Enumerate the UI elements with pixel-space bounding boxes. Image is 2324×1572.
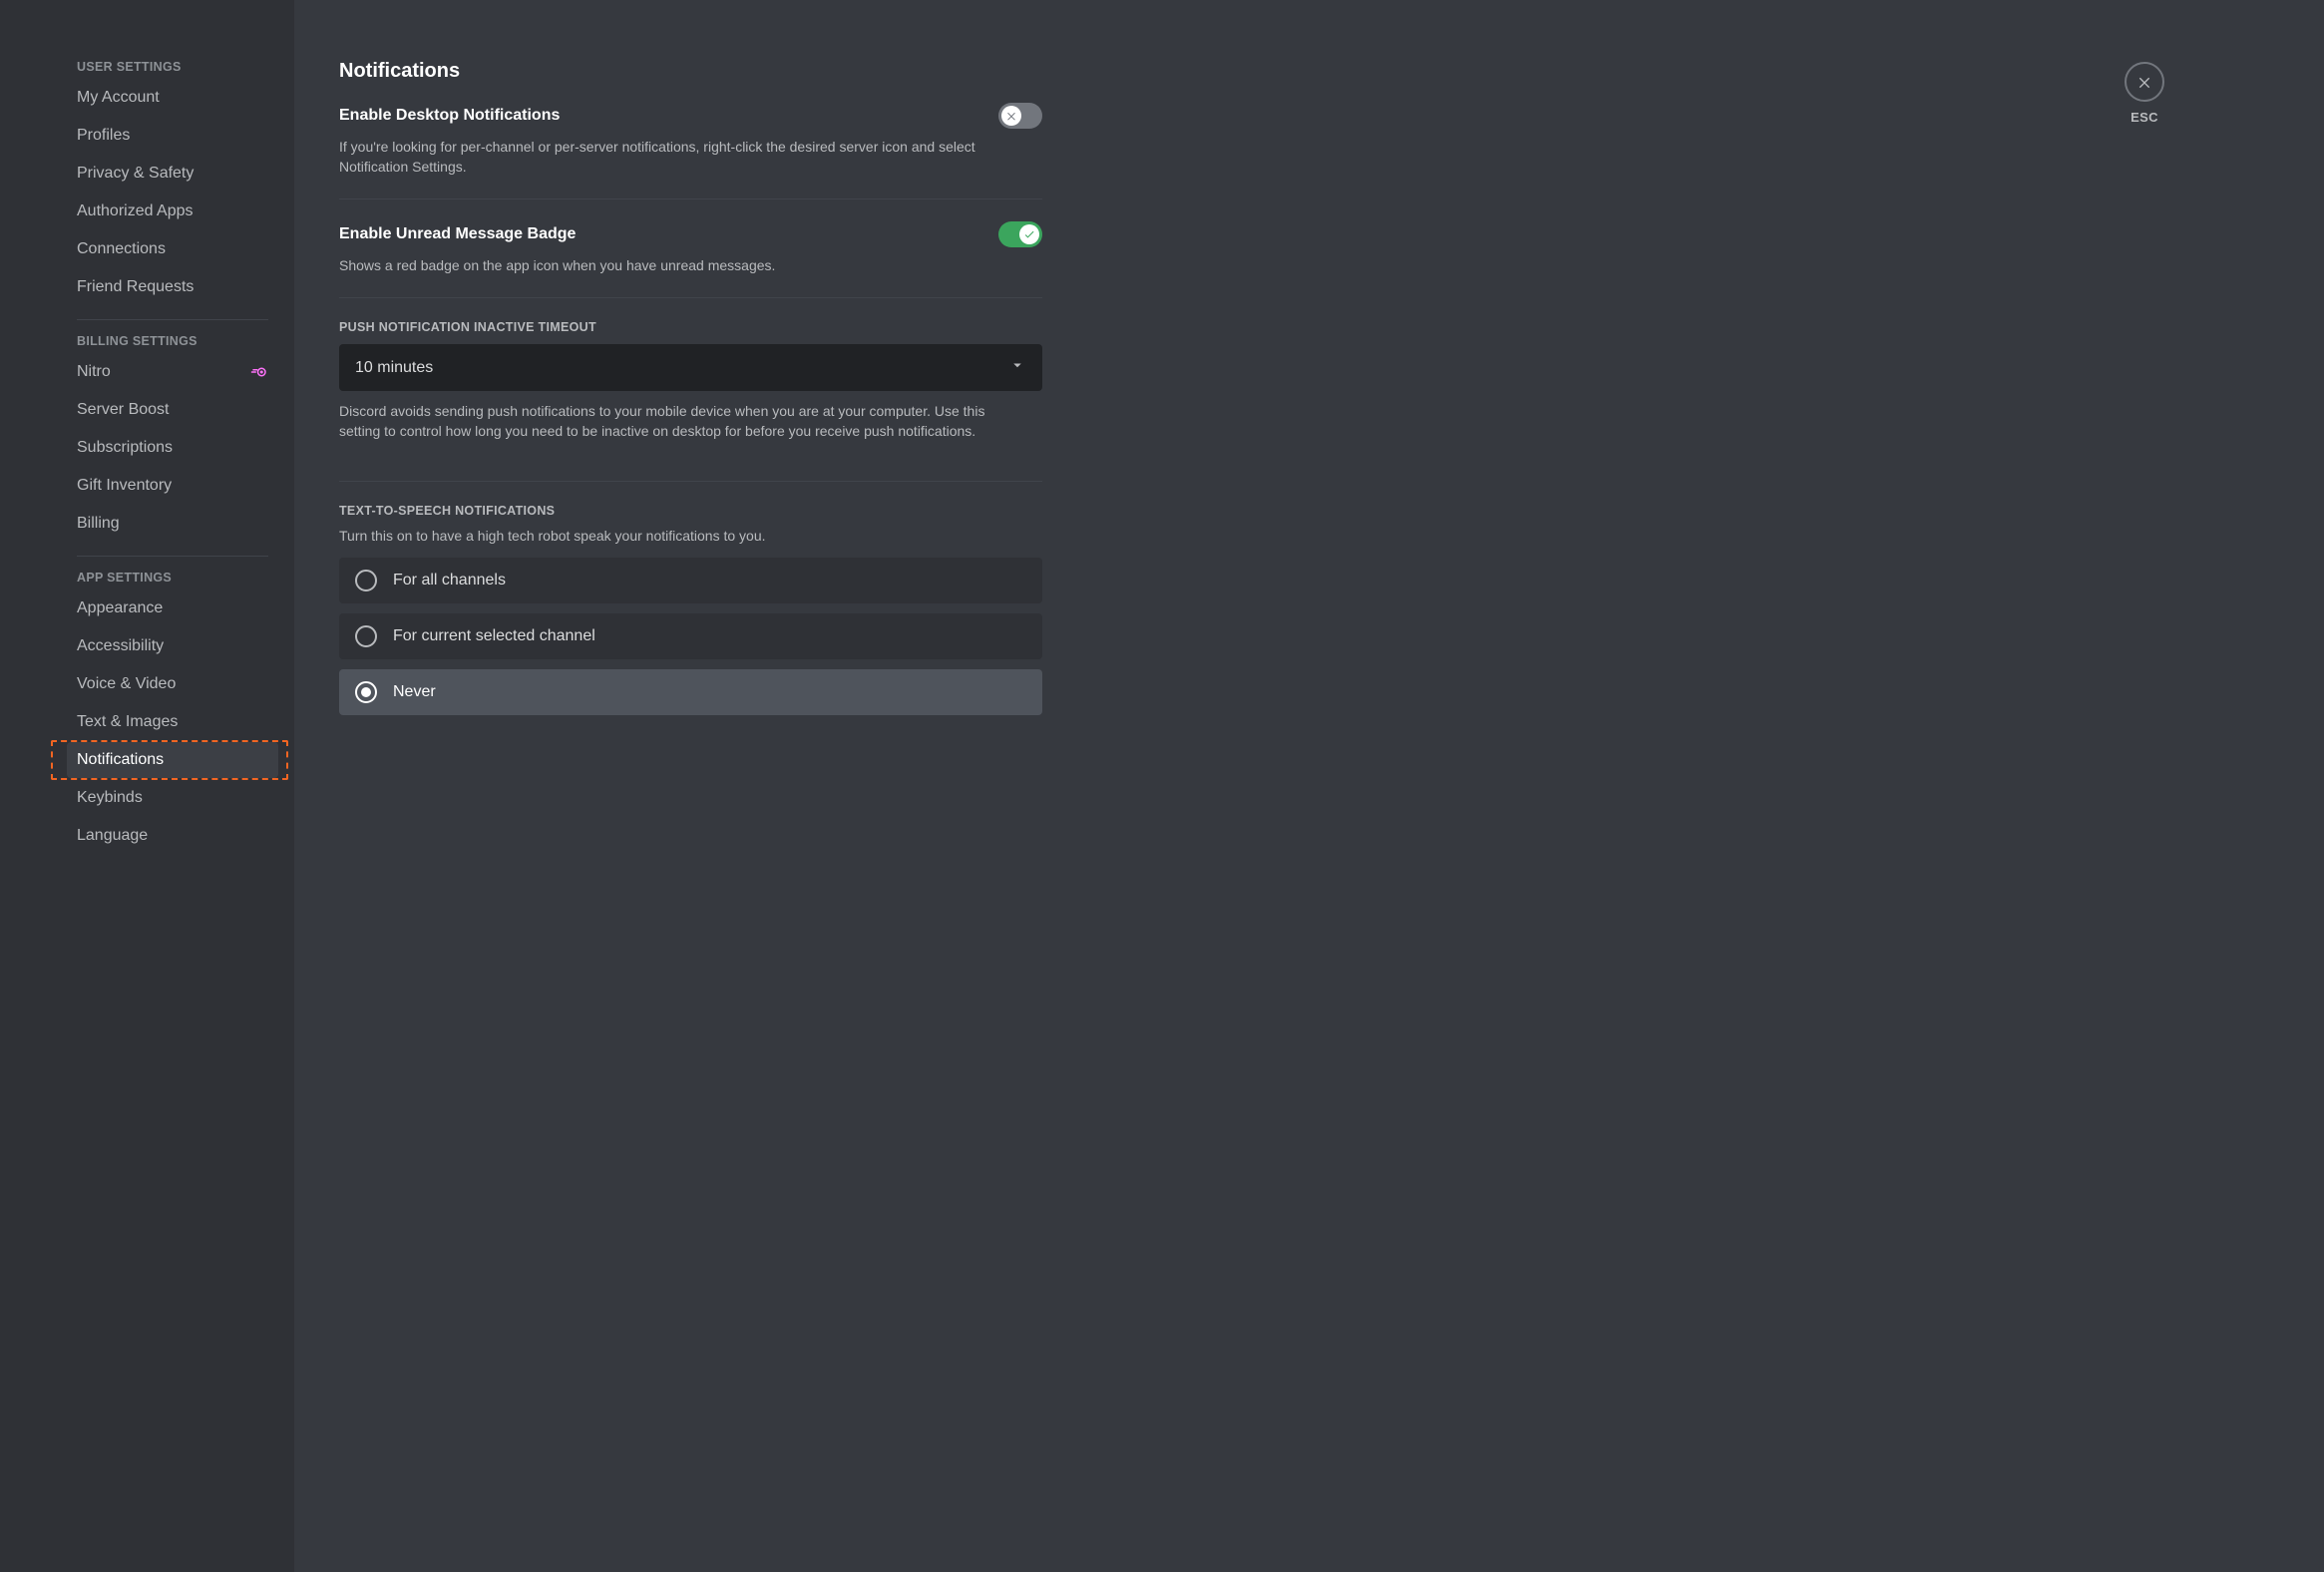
settings-sidebar: USER SETTINGS My Account Profiles Privacy &… bbox=[0, 0, 294, 1572]
sidebar-item-label: Profiles bbox=[77, 126, 130, 146]
sidebar-item-label: Nitro bbox=[77, 362, 111, 382]
sidebar-divider bbox=[77, 556, 268, 557]
esc-label: ESC bbox=[2125, 110, 2164, 125]
section-label: TEXT-TO-SPEECH NOTIFICATIONS bbox=[339, 504, 1042, 518]
content-area: ESC Notifications Enable Desktop Notific… bbox=[294, 0, 2324, 1572]
sidebar-item-server-boost[interactable]: Server Boost bbox=[67, 392, 278, 428]
toggle-unread-badge[interactable] bbox=[998, 221, 1042, 247]
toggle-thumb bbox=[1001, 106, 1021, 126]
sidebar-item-friend-requests[interactable]: Friend Requests bbox=[67, 269, 278, 305]
setting-push-timeout: PUSH NOTIFICATION INACTIVE TIMEOUT 10 mi… bbox=[339, 320, 1042, 441]
sidebar-item-voice-video[interactable]: Voice & Video bbox=[67, 666, 278, 702]
sidebar-item-label: Authorized Apps bbox=[77, 201, 194, 221]
setting-desc: Shows a red badge on the app icon when y… bbox=[339, 255, 1017, 275]
sidebar-item-label: Text & Images bbox=[77, 712, 178, 732]
sidebar-item-notifications[interactable]: Notifications bbox=[67, 742, 278, 778]
sidebar-item-subscriptions[interactable]: Subscriptions bbox=[67, 430, 278, 466]
radio-tts-never[interactable]: Never bbox=[339, 669, 1042, 715]
setting-unread-badge: Enable Unread Message Badge Shows a red … bbox=[339, 221, 1042, 275]
sidebar-item-connections[interactable]: Connections bbox=[67, 231, 278, 267]
sidebar-category-header: USER SETTINGS bbox=[67, 60, 278, 80]
sidebar-item-billing[interactable]: Billing bbox=[67, 506, 278, 542]
radio-tts-for-all-channels[interactable]: For all channels bbox=[339, 558, 1042, 603]
sidebar-item-keybinds[interactable]: Keybinds bbox=[67, 780, 278, 816]
radio-button-icon bbox=[355, 570, 377, 591]
sidebar-item-gift-inventory[interactable]: Gift Inventory bbox=[67, 468, 278, 504]
x-icon bbox=[1005, 110, 1017, 122]
radio-label: For current selected channel bbox=[393, 627, 595, 645]
setting-title: Enable Unread Message Badge bbox=[339, 225, 576, 243]
sidebar-item-label: Gift Inventory bbox=[77, 476, 172, 496]
section-label: PUSH NOTIFICATION INACTIVE TIMEOUT bbox=[339, 320, 1042, 334]
check-icon bbox=[1023, 228, 1035, 240]
sidebar-item-label: Friend Requests bbox=[77, 277, 194, 297]
sidebar-item-label: Subscriptions bbox=[77, 438, 173, 458]
sidebar-item-authorized-apps[interactable]: Authorized Apps bbox=[67, 194, 278, 229]
setting-tts: TEXT-TO-SPEECH NOTIFICATIONS Turn this o… bbox=[339, 504, 1042, 715]
sidebar-item-label: Language bbox=[77, 826, 148, 846]
page-title: Notifications bbox=[339, 60, 1042, 83]
setting-desc: If you're looking for per-channel or per… bbox=[339, 137, 1017, 177]
sidebar-item-label: Server Boost bbox=[77, 400, 169, 420]
sidebar-item-language[interactable]: Language bbox=[67, 818, 278, 854]
sidebar-item-label: Connections bbox=[77, 239, 166, 259]
sidebar-item-label: My Account bbox=[77, 88, 160, 108]
sidebar-item-nitro[interactable]: Nitro bbox=[67, 354, 278, 390]
sidebar-divider bbox=[77, 319, 268, 320]
divider bbox=[339, 198, 1042, 199]
radio-label: For all channels bbox=[393, 572, 506, 590]
radio-button-icon bbox=[355, 625, 377, 647]
setting-desc: Discord avoids sending push notification… bbox=[339, 401, 1017, 441]
close-button[interactable] bbox=[2125, 62, 2164, 102]
sidebar-item-text-images[interactable]: Text & Images bbox=[67, 704, 278, 740]
sidebar-category-header: APP SETTINGS bbox=[67, 571, 278, 590]
sidebar-item-accessibility[interactable]: Accessibility bbox=[67, 628, 278, 664]
radio-button-icon bbox=[355, 681, 377, 703]
select-push-timeout[interactable]: 10 minutes bbox=[339, 344, 1042, 391]
close-icon bbox=[2136, 74, 2152, 90]
sidebar-item-my-account[interactable]: My Account bbox=[67, 80, 278, 116]
divider bbox=[339, 481, 1042, 482]
setting-title: Enable Desktop Notifications bbox=[339, 107, 560, 125]
sidebar-item-label: Privacy & Safety bbox=[77, 164, 194, 184]
sidebar-item-label: Billing bbox=[77, 514, 120, 534]
setting-desktop-notifications: Enable Desktop Notifications If you're l… bbox=[339, 103, 1042, 177]
sidebar-item-privacy-safety[interactable]: Privacy & Safety bbox=[67, 156, 278, 192]
close-area: ESC bbox=[2125, 62, 2164, 125]
nitro-icon bbox=[250, 363, 268, 381]
sidebar-category-header: BILLING SETTINGS bbox=[67, 334, 278, 354]
radio-label: Never bbox=[393, 683, 436, 701]
divider bbox=[339, 297, 1042, 298]
sidebar-item-label: Notifications bbox=[77, 750, 164, 770]
toggle-desktop-notifications[interactable] bbox=[998, 103, 1042, 129]
radio-tts-for-current-selected-channel[interactable]: For current selected channel bbox=[339, 613, 1042, 659]
sidebar-item-appearance[interactable]: Appearance bbox=[67, 590, 278, 626]
sidebar-item-label: Keybinds bbox=[77, 788, 143, 808]
select-value: 10 minutes bbox=[355, 359, 433, 377]
sidebar-item-profiles[interactable]: Profiles bbox=[67, 118, 278, 154]
section-sub: Turn this on to have a high tech robot s… bbox=[339, 528, 1042, 544]
chevron-down-icon bbox=[1008, 356, 1026, 379]
sidebar-item-label: Appearance bbox=[77, 598, 163, 618]
sidebar-item-label: Voice & Video bbox=[77, 674, 176, 694]
toggle-thumb bbox=[1019, 224, 1039, 244]
sidebar-item-label: Accessibility bbox=[77, 636, 164, 656]
